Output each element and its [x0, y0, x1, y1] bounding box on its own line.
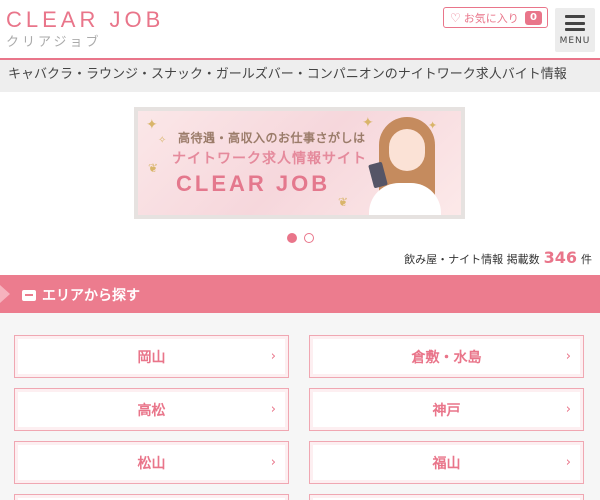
favorites-count-badge: 0 — [525, 11, 542, 25]
chevron-right-icon: › — [270, 349, 276, 364]
listing-count-number: 346 — [543, 248, 577, 267]
chevron-right-icon: › — [270, 402, 276, 417]
chevron-right-icon: › — [565, 455, 571, 470]
banner-headline: 高待遇・高収入のお仕事さがしは — [178, 131, 366, 145]
area-button-takamatsu[interactable]: 高松 › — [14, 388, 289, 431]
butterfly-icon: ❦ — [338, 195, 349, 209]
listing-count: 飲み屋・ナイト情報 掲載数 346 件 — [404, 248, 592, 267]
area-button-kobe[interactable]: 神戸 › — [309, 388, 584, 431]
area-button-kurashiki-mizushima[interactable]: 倉敷・水島 › — [309, 335, 584, 378]
hero-banner[interactable]: ✦ ✧ ❦ ❦ ✦ ✦ 高待遇・高収入のお仕事さがしは ナイトワーク求人情報サイ… — [134, 107, 465, 219]
area-label: 高松 — [137, 402, 166, 419]
area-list: 岡山 › 倉敷・水島 › 高松 › 神戸 › 松山 › 福山 › — [0, 313, 600, 500]
butterfly-icon: ❦ — [148, 161, 159, 175]
menu-label: MENU — [559, 36, 591, 46]
slider-pagination — [0, 233, 600, 243]
section-title: エリアから探す — [42, 288, 140, 304]
chevron-right-icon: › — [270, 455, 276, 470]
site-tagline: キャバクラ・ラウンジ・スナック・ガールズバー・コンパニオンのナイトワーク求人バイ… — [0, 60, 600, 92]
area-button-partial[interactable] — [309, 494, 584, 500]
chevron-right-icon: › — [565, 349, 571, 364]
favorites-button[interactable]: ♡ お気に入り 0 — [443, 7, 548, 28]
sparkle-icon: ✧ — [158, 135, 167, 146]
card-icon — [22, 289, 36, 301]
area-search-header: エリアから探す — [0, 275, 600, 313]
menu-button[interactable]: MENU — [555, 8, 595, 52]
logo-main-text: CLEAR JOB — [6, 7, 165, 32]
area-button-matsuyama[interactable]: 松山 › — [14, 441, 289, 484]
logo-sub-text: クリアジョブ — [6, 35, 102, 50]
area-label: 福山 — [432, 455, 461, 472]
area-label: 岡山 — [137, 349, 166, 366]
site-header: CLEAR JOB クリアジョブ ♡ お気に入り 0 MENU — [0, 0, 600, 58]
banner-model-image — [365, 117, 443, 215]
banner-logo: CLEAR JOB — [176, 171, 331, 196]
area-label: 倉敷・水島 — [411, 349, 482, 366]
area-button-okayama[interactable]: 岡山 › — [14, 335, 289, 378]
slider-dot-1[interactable] — [286, 233, 297, 243]
slider-dot-2[interactable] — [303, 233, 314, 243]
site-logo[interactable]: CLEAR JOB クリアジョブ — [6, 8, 164, 52]
listing-count-prefix: 飲み屋・ナイト情報 掲載数 — [404, 253, 540, 266]
area-label: 神戸 — [432, 402, 461, 419]
listing-count-unit: 件 — [581, 253, 592, 266]
chevron-right-icon: › — [565, 402, 571, 417]
banner-subheadline: ナイトワーク求人情報サイト — [172, 151, 367, 167]
area-button-partial[interactable] — [14, 494, 289, 500]
heart-icon: ♡ — [450, 10, 461, 25]
area-button-fukuyama[interactable]: 福山 › — [309, 441, 584, 484]
hamburger-menu-icon — [565, 15, 585, 31]
favorites-label: お気に入り — [463, 11, 519, 25]
area-label: 松山 — [137, 455, 166, 472]
sparkle-icon: ✦ — [146, 117, 158, 133]
